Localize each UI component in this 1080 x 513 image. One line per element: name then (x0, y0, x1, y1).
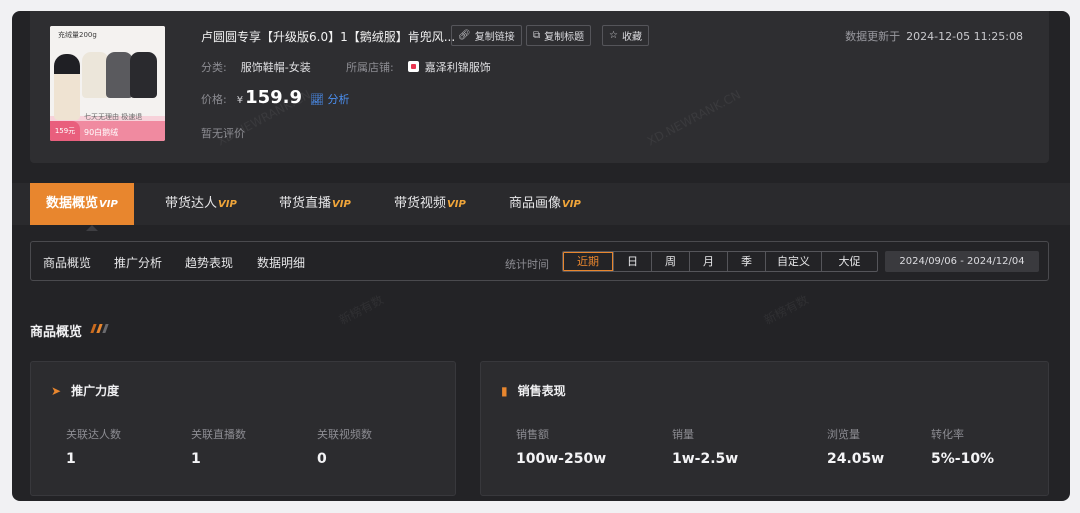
tab-videos[interactable]: 带货视频VIP (394, 183, 466, 225)
main-tabs: 数据概览VIP 带货达人VIP 带货直播VIP 带货视频VIP 商品画像VIP (12, 183, 1070, 225)
product-card: 充绒量200g 七天无理由 极速退 159元 90白鹅绒 卢圆圆专享【升级版6.… (30, 11, 1049, 163)
currency-symbol: ¥ (236, 95, 244, 106)
copy-link-label: 复制链接 (474, 32, 515, 43)
vip-badge: VIP (99, 199, 118, 210)
watermark: 新榜有数 (761, 292, 811, 328)
sub-navigation-bar: 商品概览 推广分析 趋势表现 数据明细 统计时间 近期 日 周 月 季 自定义 … (30, 241, 1049, 281)
vip-badge: VIP (218, 199, 237, 210)
thumbnail-price: 159元 (50, 121, 80, 141)
price-row: 价格: ¥ 159.9 📈︎ 分析 (201, 87, 350, 108)
sales-panel-title: 销售表现 (517, 384, 566, 398)
tab-label: 带货达人 (165, 196, 218, 211)
tab-product-profile[interactable]: 商品画像VIP (509, 183, 581, 225)
time-option-recent[interactable]: 近期 (563, 252, 613, 271)
price-analysis-link[interactable]: 📈︎ 分析 (310, 91, 349, 107)
metric-value: 1w-2.5w (672, 451, 739, 467)
star-icon: ☆ (609, 30, 618, 41)
promotion-panel: ➤ 推广力度 关联达人数 1 关联直播数 1 关联视频数 0 (30, 361, 456, 496)
thumbnail-bottom-text: 90白鹅绒 (84, 128, 119, 137)
data-updated: 数据更新于 2024-12-05 11:25:08 (845, 28, 1023, 44)
active-tab-pointer (86, 225, 98, 231)
sales-panel: ▮ 销售表现 销售额 100w-250w 销量 1w-2.5w 浏览量 24.0… (480, 361, 1049, 496)
date-range-display[interactable]: 2024/09/06 - 2024/12/04 (885, 251, 1039, 272)
time-option-quarter[interactable]: 季 (727, 252, 765, 271)
updated-time: 2024-12-05 11:25:08 (906, 30, 1023, 43)
favorite-button[interactable]: ☆ 收藏 (602, 25, 649, 46)
updated-label: 数据更新于 (845, 30, 901, 43)
promotion-panel-header: ➤ 推广力度 (51, 382, 119, 399)
copy-icon: ⧉ (533, 30, 541, 41)
price-value: 159.9 (245, 87, 303, 108)
tab-influencers[interactable]: 带货达人VIP (165, 183, 237, 225)
time-option-promo[interactable]: 大促 (821, 252, 877, 271)
coat-grey-image (106, 52, 133, 98)
send-arrow-icon: ➤ (51, 383, 62, 398)
time-range-label: 统计时间 (505, 258, 549, 271)
metric-value: 5%-10% (931, 451, 995, 467)
analysis-label: 分析 (327, 93, 350, 106)
app-window: 充绒量200g 七天无理由 极速退 159元 90白鹅绒 卢圆圆专享【升级版6.… (12, 11, 1070, 501)
tab-livestreams[interactable]: 带货直播VIP (279, 183, 351, 225)
category-value: 服饰鞋帽-女装 (240, 61, 311, 74)
shop-row: 所属店铺: 嘉泽利锦服饰 (346, 59, 491, 75)
metric-label: 关联直播数 (191, 428, 246, 441)
tab-label: 带货直播 (279, 196, 332, 211)
time-range-selector: 近期 日 周 月 季 自定义 大促 (562, 251, 878, 272)
model-figure (54, 54, 80, 120)
time-option-custom[interactable]: 自定义 (765, 252, 821, 271)
review-status: 暂无评价 (201, 127, 245, 140)
coat-white-image (82, 52, 109, 98)
shop-icon (407, 61, 419, 72)
copy-title-label: 复制标题 (544, 32, 585, 43)
link-icon: 🔗︎ (458, 30, 471, 41)
metric-label: 转化率 (931, 428, 964, 441)
chart-icon: 📈︎ (310, 93, 324, 106)
price-label: 价格: (201, 93, 227, 106)
thumbnail-tag-top: 充绒量200g (58, 31, 97, 39)
tab-label: 带货视频 (394, 196, 447, 211)
section-title: 商品概览 (30, 325, 83, 340)
section-decoration (90, 324, 113, 334)
copy-link-button[interactable]: 🔗︎ 复制链接 (451, 25, 522, 46)
subnav-trend[interactable]: 趋势表现 (185, 254, 233, 271)
favorite-label: 收藏 (621, 32, 642, 43)
promotion-panel-title: 推广力度 (71, 384, 120, 398)
metric-value: 1 (66, 451, 76, 467)
metric-value: 1 (191, 451, 201, 467)
metric-label: 浏览量 (827, 428, 860, 441)
tab-label: 数据概览 (46, 196, 99, 211)
category-label: 分类: (201, 61, 227, 74)
watermark: 新榜有数 (336, 292, 386, 328)
metric-value: 0 (317, 451, 327, 467)
shop-name[interactable]: 嘉泽利锦服饰 (425, 61, 491, 74)
product-title[interactable]: 卢圆圆专享【升级版6.0】1【鹅绒服】肯兜风... (201, 28, 455, 45)
time-option-month[interactable]: 月 (689, 252, 727, 271)
time-option-week[interactable]: 周 (651, 252, 689, 271)
vip-badge: VIP (332, 199, 351, 210)
sales-panel-header: ▮ 销售表现 (501, 382, 566, 399)
subnav-promotion-analysis[interactable]: 推广分析 (114, 254, 162, 271)
subnav-product-overview[interactable]: 商品概览 (43, 254, 91, 271)
metric-value: 100w-250w (516, 451, 607, 467)
metric-label: 销售额 (516, 428, 549, 441)
metric-label: 关联视频数 (317, 428, 372, 441)
vip-badge: VIP (562, 199, 581, 210)
metric-value: 24.05w (827, 451, 885, 467)
shop-label: 所属店铺: (346, 61, 394, 74)
category-row: 分类: 服饰鞋帽-女装 (201, 59, 311, 75)
tab-data-overview[interactable]: 数据概览VIP (30, 183, 134, 225)
metric-label: 关联达人数 (66, 428, 121, 441)
tab-label: 商品画像 (509, 196, 562, 211)
vip-badge: VIP (447, 199, 466, 210)
subnav-data-details[interactable]: 数据明细 (257, 254, 305, 271)
copy-title-button[interactable]: ⧉ 复制标题 (526, 25, 592, 46)
product-thumbnail[interactable]: 充绒量200g 七天无理由 极速退 159元 90白鹅绒 (50, 26, 165, 141)
time-option-day[interactable]: 日 (613, 252, 651, 271)
coat-black-image (130, 52, 157, 98)
bar-chart-icon: ▮ (501, 383, 508, 398)
metric-label: 销量 (672, 428, 694, 441)
